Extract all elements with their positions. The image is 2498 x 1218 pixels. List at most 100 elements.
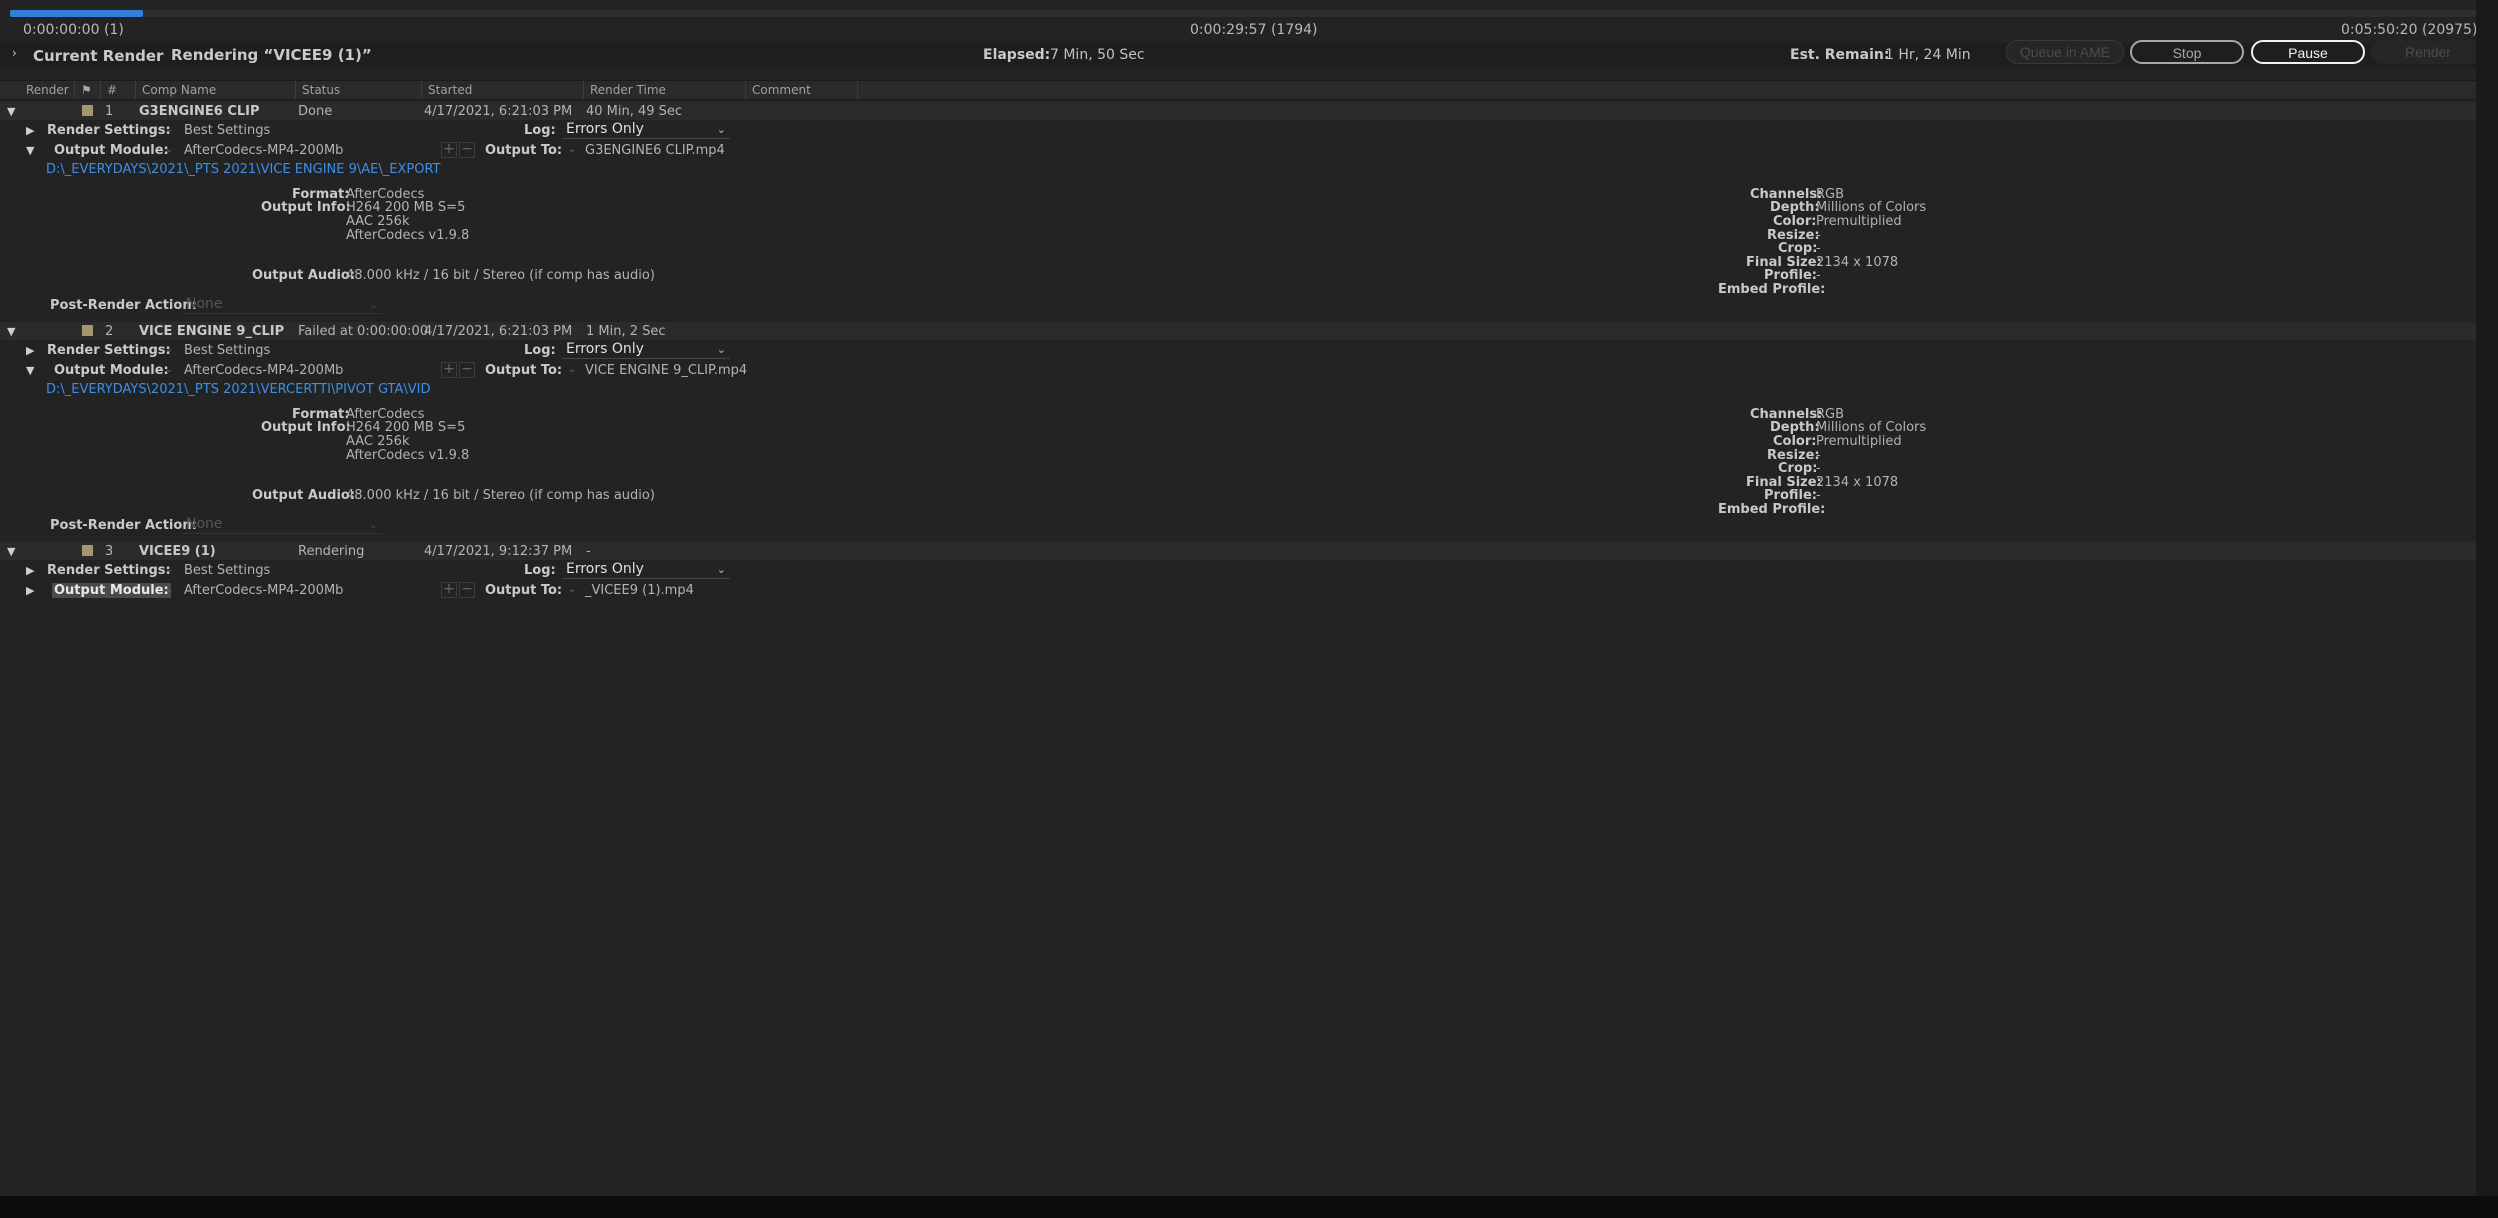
render-settings-link[interactable]: Best Settings [184,123,270,138]
col-comment[interactable]: Comment [746,81,858,99]
chevron-down-icon[interactable]: ⌄ [568,364,576,375]
chevron-down-icon[interactable]: ⌄ [568,584,576,595]
output-module-link[interactable]: AfterCodecs-MP4-200Mb [184,363,343,378]
item-status: Done [298,104,333,119]
final-size-value: 2134 x 1078 [1816,255,1899,270]
item-number: 2 [105,324,114,339]
chevron-down-icon[interactable]: ⌄ [165,584,173,595]
chevron-down-icon[interactable]: ⌄ [165,364,173,375]
output-to-label: Output To: [485,363,563,378]
col-started[interactable]: Started [422,81,584,99]
post-render-dropdown[interactable]: None ⌄ [182,516,382,534]
col-number[interactable]: # [101,81,136,99]
pause-button[interactable]: Pause [2251,40,2365,64]
output-info-line: AAC 256k [346,214,410,229]
col-render[interactable]: Render [20,81,75,99]
collapse-triangle-icon[interactable]: ▼ [7,545,15,558]
comp-name[interactable]: VICEE9 (1) [139,544,216,559]
label-color-swatch[interactable] [82,325,93,336]
output-module-label: Output Module: [54,143,169,158]
col-label[interactable]: ⚑ [75,81,101,99]
tag-icon: ⚑ [81,83,92,97]
queue-in-ame-button[interactable]: Queue in AME [2006,40,2124,64]
item-render-time: 1 Min, 2 Sec [586,324,666,339]
collapse-triangle-icon[interactable]: ▼ [26,144,34,157]
chevron-down-icon[interactable]: ⌄ [568,144,576,155]
collapse-triangle-icon[interactable]: ▼ [7,325,15,338]
output-info-line: AfterCodecs v1.9.8 [346,228,470,243]
output-path[interactable]: D:\_EVERYDAYS\2021\_PTS 2021\VICE ENGINE… [46,162,441,177]
profile-label: Profile: [1764,268,1817,283]
est-remain-value: 1 Hr, 24 Min [1885,47,1971,63]
log-value: Errors Only [566,341,644,357]
output-audio-value: 48.000 kHz / 16 bit / Stereo (if comp ha… [346,488,655,503]
output-module-link[interactable]: AfterCodecs-MP4-200Mb [184,143,343,158]
expand-current-render-icon[interactable]: › [12,46,17,60]
output-to-link[interactable]: _VICEE9 (1).mp4 [585,583,694,598]
comp-name[interactable]: VICE ENGINE 9_CLIP [139,324,284,339]
render-settings-label: Render Settings: [47,123,171,138]
render-settings-link[interactable]: Best Settings [184,563,270,578]
output-to-link[interactable]: G3ENGINE6 CLIP.mp4 [585,143,725,158]
comp-name[interactable]: G3ENGINE6 CLIP [139,104,260,119]
add-output-module-button[interactable]: + [441,362,457,378]
collapse-triangle-icon[interactable]: ▼ [7,105,15,118]
log-dropdown[interactable]: Errors Only ⌄ [562,341,730,359]
col-comp-name[interactable]: Comp Name [136,81,296,99]
current-render-label: Current Render [33,47,164,65]
render-button[interactable]: Render [2371,40,2485,64]
col-status[interactable]: Status [296,81,422,99]
post-render-dropdown[interactable]: None ⌄ [182,296,382,314]
post-render-label: Post-Render Action: [50,518,197,533]
output-audio-value: 48.000 kHz / 16 bit / Stereo (if comp ha… [346,268,655,283]
crop-value: - [1816,241,1821,256]
chevron-down-icon[interactable]: ⌄ [165,144,173,155]
output-module-link[interactable]: AfterCodecs-MP4-200Mb [184,583,343,598]
label-color-swatch[interactable] [82,545,93,556]
add-output-module-button[interactable]: + [441,142,457,158]
remove-output-module-button[interactable]: − [459,142,475,158]
output-module-label: Output Module: [52,583,171,598]
expand-triangle-icon[interactable]: ▶ [26,584,34,597]
item-started: 4/17/2021, 6:21:03 PM [424,104,573,119]
output-to-label: Output To: [485,583,563,598]
remove-output-module-button[interactable]: − [459,362,475,378]
render-settings-label: Render Settings: [47,343,171,358]
final-size-value: 2134 x 1078 [1816,475,1899,490]
expand-triangle-icon[interactable]: ▶ [26,344,34,357]
embed-profile-label: Embed Profile: [1718,502,1826,517]
log-value: Errors Only [566,561,644,577]
chevron-down-icon[interactable]: ⌄ [165,564,173,575]
crop-label: Crop: [1778,241,1818,256]
stop-button[interactable]: Stop [2130,40,2244,64]
log-dropdown[interactable]: Errors Only ⌄ [562,561,730,579]
depth-label: Depth: [1770,420,1820,435]
item-started: 4/17/2021, 9:12:37 PM [424,544,573,559]
item-render-time: - [586,544,591,559]
color-label: Color: [1773,434,1817,449]
add-output-module-button[interactable]: + [441,582,457,598]
crop-label: Crop: [1778,461,1818,476]
output-audio-label: Output Audio: [252,488,356,503]
queue-item-row[interactable] [0,542,2476,560]
log-label: Log: [524,343,556,358]
chevron-down-icon[interactable]: ⌄ [165,124,173,135]
label-color-swatch[interactable] [82,105,93,116]
expand-triangle-icon[interactable]: ▶ [26,124,34,137]
output-to-link[interactable]: VICE ENGINE 9_CLIP.mp4 [585,363,747,378]
output-path[interactable]: D:\_EVERYDAYS\2021\_PTS 2021\VERCERTTI\P… [46,382,431,397]
remove-output-module-button[interactable]: − [459,582,475,598]
output-audio-label: Output Audio: [252,268,356,283]
rendering-label: Rendering “VICEE9 (1)” [171,46,372,64]
expand-triangle-icon[interactable]: ▶ [26,564,34,577]
col-render-time[interactable]: Render Time [584,81,746,99]
chevron-down-icon: ⌄ [368,518,378,531]
color-value: Premultiplied [1816,434,1902,449]
collapse-triangle-icon[interactable]: ▼ [26,364,34,377]
queue-column-header: Render ⚑ # Comp Name Status Started Rend… [0,80,2476,100]
queue-item-row[interactable] [0,102,2476,120]
depth-value: Millions of Colors [1816,420,1927,435]
chevron-down-icon[interactable]: ⌄ [165,344,173,355]
log-dropdown[interactable]: Errors Only ⌄ [562,121,730,139]
render-settings-link[interactable]: Best Settings [184,343,270,358]
